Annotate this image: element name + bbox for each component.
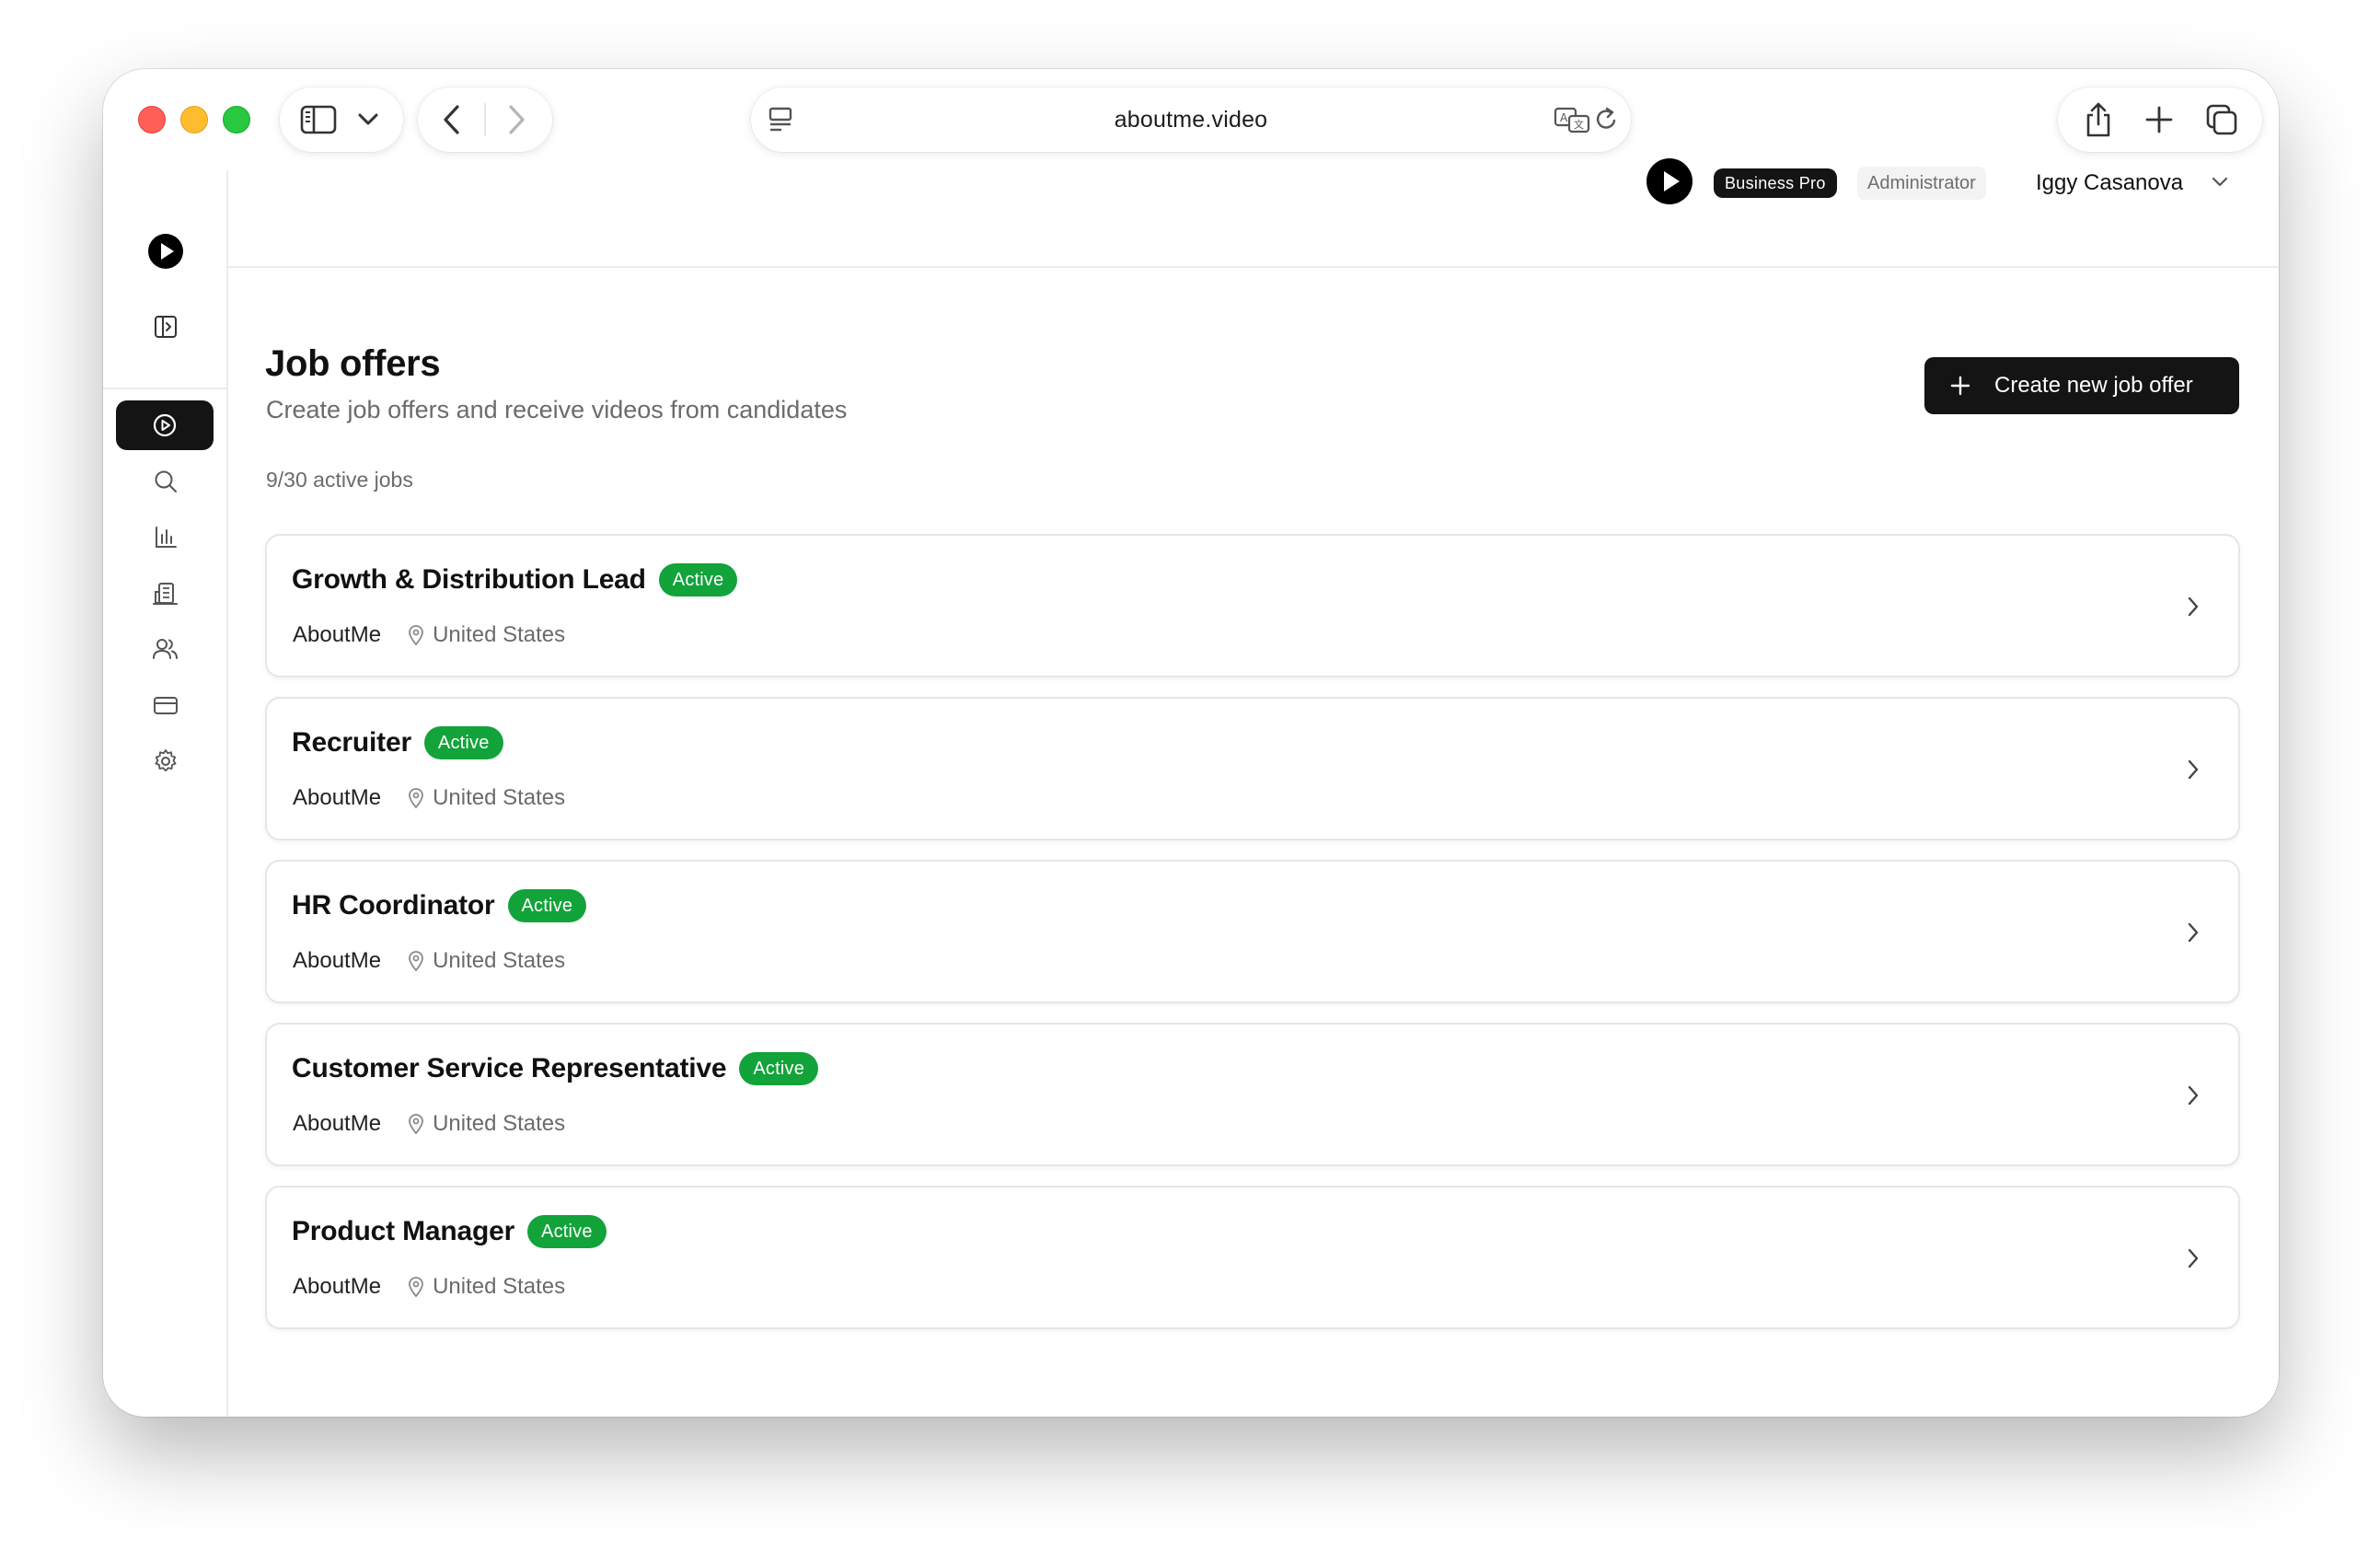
job-title: Product Manager (292, 1216, 515, 1246)
job-list: Growth & Distribution Lead Active AboutM… (265, 534, 2240, 1349)
page-subtitle: Create job offers and receive videos fro… (266, 396, 848, 423)
user-menu-chevron-down-icon[interactable] (2211, 175, 2229, 190)
location-pin-icon (407, 787, 425, 809)
page-title: Job offers (265, 343, 441, 384)
status-badge: Active (423, 726, 503, 759)
building-icon[interactable] (152, 580, 179, 608)
job-title: Growth & Distribution Lead (292, 564, 646, 595)
chevron-down-icon[interactable] (357, 112, 379, 127)
sidebar-item-job-offers[interactable] (116, 400, 214, 450)
job-location: United States (433, 1274, 566, 1299)
users-icon[interactable] (152, 635, 179, 663)
translate-icon[interactable]: A 文 (1554, 106, 1590, 133)
sidebar-toggle-group (280, 87, 403, 152)
address-bar[interactable]: aboutme.video A 文 (751, 87, 1631, 152)
job-card[interactable]: Recruiter Active AboutMe United States (265, 697, 2240, 840)
maximize-window-button[interactable] (223, 106, 250, 133)
job-location: United States (433, 1111, 566, 1136)
browser-toolbar: aboutme.video A 文 (103, 69, 2279, 170)
user-menu-name[interactable]: Iggy Casanova (2036, 168, 2183, 198)
location-pin-icon (407, 624, 425, 646)
job-card[interactable]: Growth & Distribution Lead Active AboutM… (265, 534, 2240, 678)
navigation-group (418, 87, 552, 152)
job-title: Customer Service Representative (292, 1053, 727, 1083)
location-pin-icon (407, 1113, 425, 1135)
status-badge: Active (507, 889, 587, 922)
nav-divider (484, 103, 486, 136)
job-location: United States (433, 622, 566, 647)
active-jobs-count: 9/30 active jobs (266, 468, 413, 492)
role-badge: Administrator (1857, 167, 1986, 200)
bar-chart-icon[interactable] (152, 524, 179, 551)
chevron-right-icon (2188, 922, 2199, 943)
job-location: United States (433, 948, 566, 973)
url-text: aboutme.video (1114, 106, 1268, 133)
share-icon[interactable] (2084, 101, 2113, 138)
app-sidebar (103, 170, 228, 1417)
play-circle-icon (153, 413, 177, 437)
minimize-window-button[interactable] (180, 106, 208, 133)
browser-actions-group (2058, 87, 2262, 152)
job-company: AboutMe (293, 948, 382, 973)
collapse-sidebar-icon[interactable] (153, 314, 179, 340)
location-pin-icon (407, 950, 425, 972)
credit-card-icon[interactable] (152, 691, 179, 719)
job-location: United States (433, 785, 566, 810)
forward-arrow-icon[interactable] (506, 104, 526, 135)
new-tab-plus-icon[interactable] (2144, 105, 2174, 134)
job-company: AboutMe (293, 785, 382, 810)
job-card[interactable]: Customer Service Representative Active A… (265, 1023, 2240, 1166)
location-pin-icon (407, 1276, 425, 1298)
browser-window: aboutme.video A 文 Business Pro Administr… (103, 69, 2279, 1417)
status-badge: Active (739, 1052, 819, 1085)
sidebar-divider (103, 388, 228, 389)
settings-gear-icon[interactable] (152, 747, 179, 775)
svg-text:A: A (1560, 111, 1568, 124)
sidebar-toggle-icon[interactable] (300, 105, 337, 134)
plan-badge: Business Pro (1714, 168, 1837, 198)
job-company: AboutMe (293, 1111, 382, 1136)
page-settings-icon[interactable] (768, 106, 793, 133)
chevron-right-icon (2188, 759, 2199, 780)
create-job-offer-label: Create new job offer (1994, 373, 2193, 398)
job-company: AboutMe (293, 1274, 382, 1299)
job-card[interactable]: HR Coordinator Active AboutMe United Sta… (265, 860, 2240, 1003)
job-company: AboutMe (293, 622, 382, 647)
create-job-offer-button[interactable]: Create new job offer (1924, 357, 2239, 414)
app-logo-play-icon[interactable] (147, 233, 184, 270)
close-window-button[interactable] (138, 106, 166, 133)
job-title: HR Coordinator (292, 890, 495, 921)
tab-overview-icon[interactable] (2205, 103, 2238, 136)
status-badge: Active (527, 1215, 607, 1248)
job-title: Recruiter (292, 727, 411, 758)
search-icon[interactable] (152, 468, 179, 495)
status-badge: Active (658, 563, 738, 596)
brand-play-icon (1646, 158, 1693, 204)
reload-icon[interactable] (1594, 106, 1620, 133)
back-arrow-icon[interactable] (442, 104, 462, 135)
chevron-right-icon (2188, 596, 2199, 617)
chevron-right-icon (2188, 1248, 2199, 1268)
plus-icon (1950, 376, 1970, 396)
chevron-right-icon (2188, 1085, 2199, 1106)
svg-text:文: 文 (1574, 118, 1584, 131)
job-card[interactable]: Product Manager Active AboutMe United St… (265, 1186, 2240, 1329)
